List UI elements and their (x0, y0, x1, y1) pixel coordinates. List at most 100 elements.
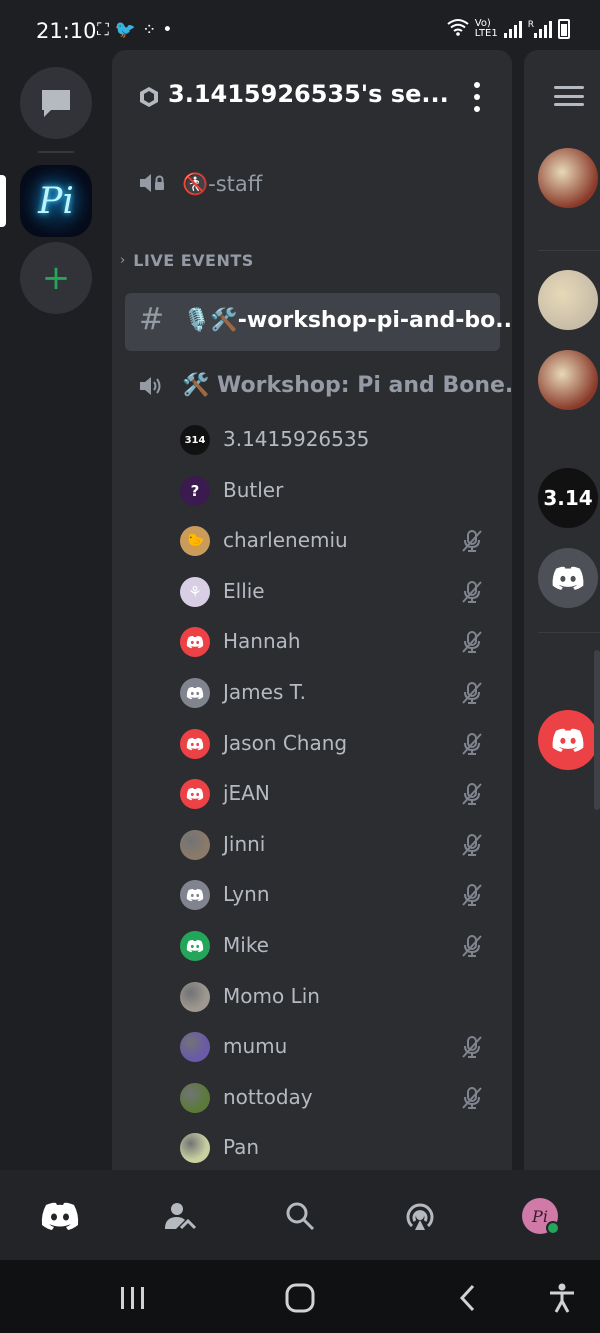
voice-member[interactable]: nottoday (180, 1078, 500, 1118)
friends-icon[interactable] (158, 1194, 202, 1238)
channel-panel: 3.1415926535's se... 🚷-staff › LIVE EVEN… (112, 50, 512, 1170)
avatar (180, 829, 210, 860)
mentions-icon[interactable] (398, 1194, 442, 1238)
member-avatar[interactable] (538, 148, 598, 208)
hash-icon: # (139, 302, 165, 337)
category-label: LIVE EVENTS (133, 251, 254, 270)
member-name: Mike (223, 933, 269, 957)
member-name: Jinni (223, 831, 266, 856)
menu-icon[interactable] (554, 86, 584, 106)
member-name: nottoday (223, 1084, 313, 1109)
profile-avatar[interactable]: Pi (518, 1194, 562, 1238)
member-avatar[interactable] (538, 270, 598, 330)
member-name: Lynn (223, 882, 270, 907)
avatar (180, 880, 210, 911)
mic-muted-icon (460, 580, 484, 604)
avatar: ? (180, 475, 210, 506)
member-avatar[interactable]: 3.14 (538, 468, 598, 528)
member-avatar[interactable] (538, 548, 598, 608)
mic-muted-icon (460, 833, 484, 857)
speaker-lock-icon (138, 170, 166, 203)
voice-member[interactable]: 314 3.1415926535 (180, 420, 500, 460)
mic-muted-icon (460, 782, 484, 806)
channel-workshop-text[interactable]: # 🎙️🛠️-workshop-pi-and-bo... (125, 293, 512, 351)
voice-member[interactable]: Momo Lin (180, 977, 500, 1017)
signal-icon (503, 20, 522, 38)
avatar: 🐤 (180, 526, 210, 557)
voice-member[interactable]: ? Butler (180, 471, 500, 511)
recent-apps-icon[interactable] (114, 1280, 150, 1316)
member-avatar[interactable] (538, 350, 598, 410)
avatar (180, 678, 210, 708)
mic-muted-icon (460, 630, 484, 654)
search-icon[interactable] (278, 1194, 322, 1238)
voice-channel-workshop[interactable]: 🛠️ Workshop: Pi and Bone... (138, 373, 512, 398)
server-icon-pi[interactable]: Pi (20, 165, 92, 237)
avatar-glyph: ? (190, 481, 200, 500)
accessibility-icon[interactable] (544, 1280, 580, 1316)
voice-member[interactable]: ⚘ Ellie (180, 572, 500, 612)
fitbit-icon: ⁘ (142, 20, 163, 40)
member-name: Jason Chang (223, 730, 348, 755)
avatar-glyph: 314 (184, 434, 206, 446)
voice-member[interactable]: Mike (180, 926, 500, 966)
back-icon[interactable] (450, 1280, 486, 1316)
member-name: mumu (223, 1034, 288, 1059)
server-badge-icon (140, 87, 158, 107)
voice-member[interactable]: Jinni (180, 825, 500, 865)
server-rail: Pi + (0, 62, 112, 1170)
home-icon[interactable] (282, 1280, 318, 1316)
voice-member[interactable]: 🐤 charlenemiu (180, 521, 500, 561)
voice-member[interactable]: jEAN (180, 774, 500, 814)
dot-icon: • (162, 20, 179, 40)
member-name: Butler (223, 477, 284, 502)
direct-messages-button[interactable] (20, 67, 92, 139)
voice-member[interactable]: Pan (180, 1128, 500, 1168)
voice-member[interactable]: Jason Chang (180, 724, 500, 764)
avatar (180, 779, 210, 810)
avatar (180, 981, 210, 1012)
avatar-glyph: 🐤 (185, 532, 205, 551)
voice-channel-label: 🛠️ Workshop: Pi and Bone... (182, 373, 512, 398)
voice-member[interactable]: James T. (180, 673, 500, 713)
volte-label: Vo) LTE1 (474, 17, 498, 39)
rail-separator (38, 151, 74, 153)
channel-staff[interactable]: 🚷-staff (112, 168, 512, 204)
member-name: 3.1415926535 (223, 427, 370, 451)
mic-muted-icon (460, 529, 484, 553)
channel-label: 🚷-staff (182, 172, 263, 196)
status-time: 21:10 (36, 19, 97, 43)
wifi-icon (447, 18, 469, 39)
avatar (180, 627, 210, 658)
member-name: Momo Lin (223, 983, 320, 1008)
twitter-icon: 🐦 (114, 20, 143, 40)
server-header[interactable]: 3.1415926535's se... (112, 50, 512, 142)
chat-bubble-icon (42, 90, 70, 117)
selected-server-indicator (0, 175, 6, 227)
divider (538, 250, 600, 251)
avatar (180, 728, 210, 759)
voice-member[interactable]: Lynn (180, 875, 500, 915)
member-sidebar-peek: 3.14 (524, 50, 600, 1170)
avatar (180, 1082, 210, 1113)
mic-muted-icon (460, 1086, 484, 1110)
avatar (180, 1032, 210, 1063)
add-server-button[interactable]: + (20, 242, 92, 314)
voice-member[interactable]: mumu (180, 1027, 500, 1067)
roaming-signal-icon: R (528, 20, 552, 38)
plus-icon: + (41, 258, 71, 298)
more-options-icon[interactable] (472, 82, 482, 112)
divider (538, 632, 600, 633)
speaker-icon (140, 376, 161, 395)
scrollbar[interactable] (594, 650, 600, 810)
member-avatar[interactable] (538, 710, 598, 770)
member-name: Pan (223, 1135, 260, 1160)
avatar-glyph: ⚘ (188, 582, 202, 601)
member-name: Hannah (223, 629, 301, 654)
avatar-label: 3.14 (543, 486, 593, 510)
bottom-navigation: Pi (0, 1170, 600, 1260)
home-discord-icon[interactable] (38, 1194, 82, 1238)
voice-member[interactable]: Hannah (180, 622, 500, 662)
category-live-events[interactable]: › LIVE EVENTS (120, 251, 254, 270)
mic-muted-icon (460, 1035, 484, 1059)
